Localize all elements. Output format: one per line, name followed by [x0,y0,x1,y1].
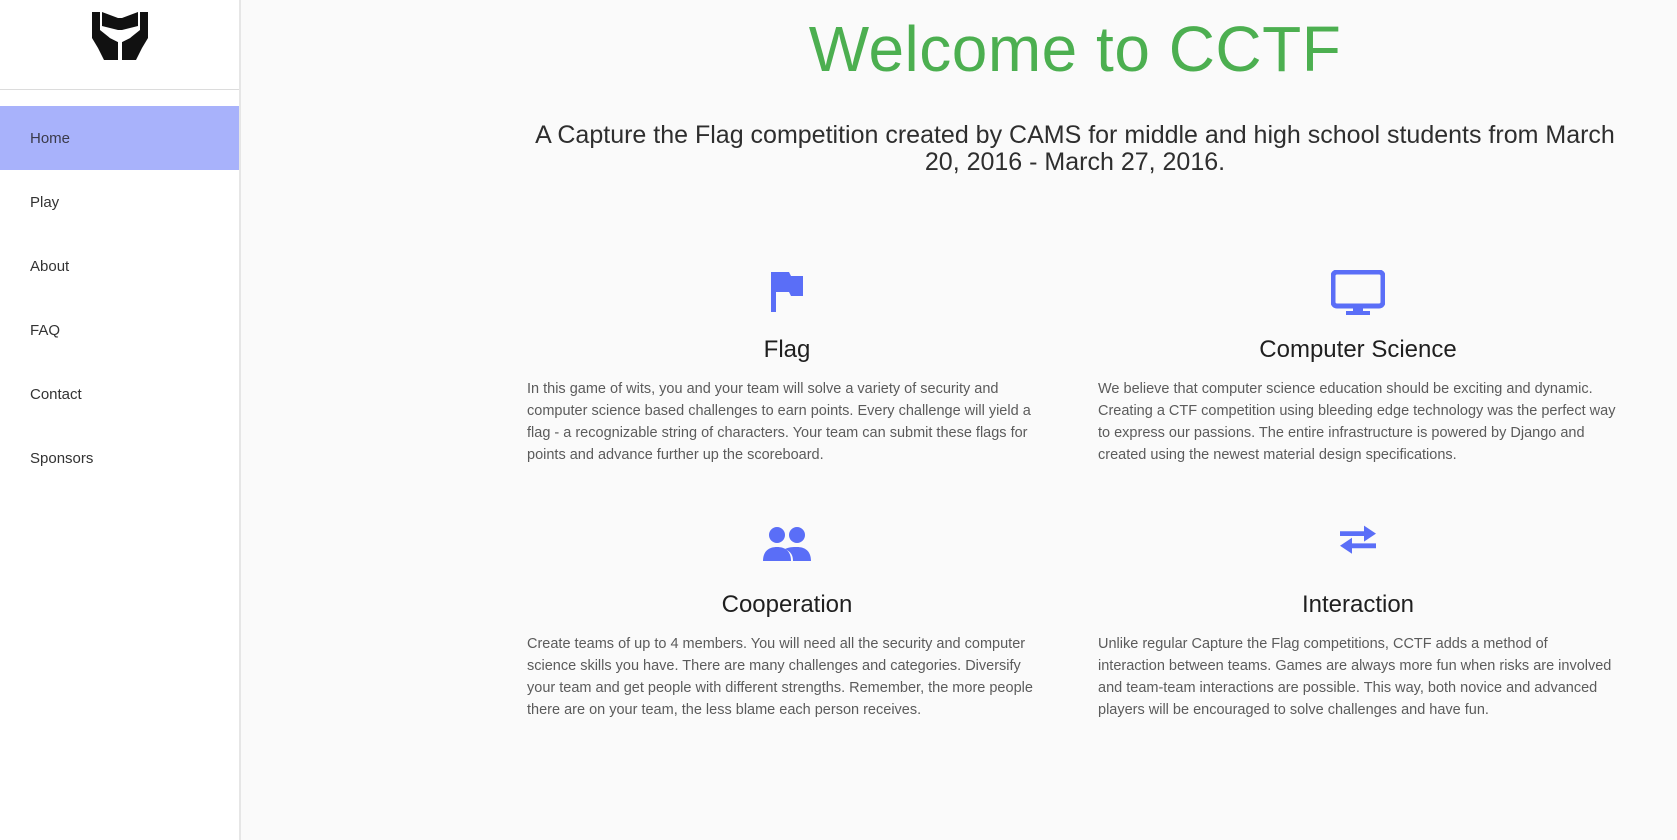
feature-title: Interaction [1301,591,1415,618]
sidebar-item-faq[interactable]: FAQ [0,298,239,362]
people-icon [527,525,1047,577]
sidebar-item-label: Play [30,193,60,211]
sidebar-item-label: FAQ [30,321,61,339]
sidebar-item-play[interactable]: Play [0,170,239,234]
sidebar-item-about[interactable]: About [0,234,239,298]
feature-text: Unlike regular Capture the Flag competit… [1098,636,1612,718]
page-title: Welcome to CCTF [808,13,1342,85]
feature-text: In this game of wits, you and your team … [527,381,1031,463]
hands-holding-icon[interactable] [88,8,152,67]
feature-title: Cooperation [721,591,853,618]
swap-arrows-icon [1098,525,1618,577]
feature-text: We believe that computer science educati… [1098,381,1616,463]
flag-icon [527,270,1047,322]
sidebar-item-label: Sponsors [30,449,94,467]
sidebar-item-contact[interactable]: Contact [0,362,239,426]
feature-title: Flag [763,336,811,363]
monitor-icon [1098,270,1618,322]
feature-text: Create teams of up to 4 members. You wil… [527,636,1033,718]
feature-card-computer-science: Computer Science We believe that compute… [1098,270,1618,466]
feature-title: Computer Science [1259,336,1457,363]
sidebar-item-label: Contact [30,385,82,403]
logo-area [0,0,239,90]
feature-card-cooperation: Cooperation Create teams of up to 4 memb… [527,525,1047,721]
page-subtitle: A Capture the Flag competition created b… [535,121,1615,176]
sidebar-item-sponsors[interactable]: Sponsors [0,426,239,490]
sidebar-item-label: About [30,257,70,275]
sidebar-item-label: Home [30,129,71,147]
sidebar-nav: Home Play About FAQ Contact Sponsors [0,106,239,490]
feature-card-flag: Flag In this game of wits, you and your … [527,270,1047,466]
sidebar-item-home[interactable]: Home [0,106,239,170]
feature-card-interaction: Interaction Unlike regular Capture the F… [1098,525,1618,721]
sidebar: Home Play About FAQ Contact Sponsors [0,0,241,840]
